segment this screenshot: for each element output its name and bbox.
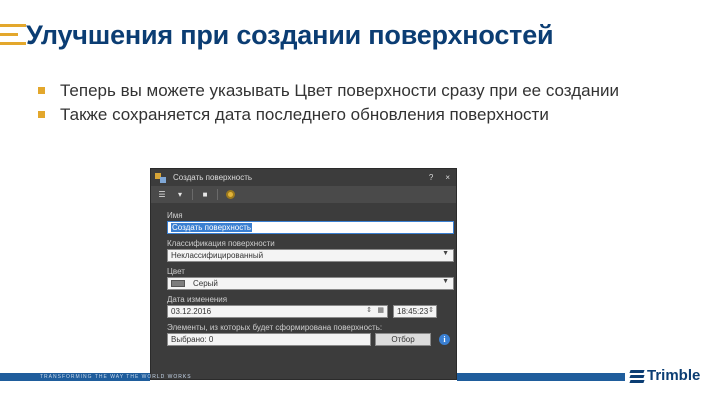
- trimble-logo-icon: [629, 369, 645, 383]
- date-value: 03.12.2016: [171, 307, 212, 316]
- classification-label: Классификация поверхности: [167, 239, 275, 248]
- bullet-text: Теперь вы можете указывать Цвет поверхно…: [60, 81, 619, 100]
- chevron-down-icon: ▼: [442, 250, 449, 257]
- menu-icon[interactable]: ☰: [155, 188, 169, 201]
- elements-label: Элементы, из которых будет сформирована …: [167, 323, 383, 332]
- spinner-icon[interactable]: ⇕: [366, 306, 372, 314]
- close-button[interactable]: ×: [445, 173, 450, 182]
- bullet-list: Теперь вы можете указывать Цвет поверхно…: [38, 80, 698, 128]
- time-input[interactable]: 18:45:23 ⇕: [393, 305, 437, 318]
- bullet-item: Также сохраняется дата последнего обновл…: [38, 104, 698, 125]
- spinner-icon[interactable]: ⇕: [428, 306, 434, 314]
- trimble-logo: Trimble: [629, 367, 701, 384]
- name-input-value: Создать поверхность: [171, 223, 253, 232]
- name-label: Имя: [167, 211, 183, 220]
- dropdown-arrow-icon[interactable]: ▾: [173, 188, 187, 201]
- surface-app-icon: [155, 172, 167, 183]
- color-label: Цвет: [167, 267, 185, 276]
- create-surface-dialog: Создать поверхность ? × ☰ ▾ ■ Имя Создат…: [150, 168, 457, 380]
- footer-tagline: TRANSFORMING THE WAY THE WORLD WORKS: [40, 374, 192, 380]
- bullet-text: Также сохраняется дата последнего обновл…: [60, 105, 549, 124]
- trimble-logo-text: Trimble: [647, 367, 701, 384]
- date-input[interactable]: 03.12.2016 ⇕ ▦: [167, 305, 388, 318]
- toolbar-divider: [192, 189, 193, 200]
- time-value: 18:45:23: [397, 307, 429, 316]
- bullet-square-icon: [38, 111, 45, 118]
- layer-icon[interactable]: ■: [198, 188, 212, 201]
- toolbar-divider: [217, 189, 218, 200]
- title-accent-mark: [0, 24, 28, 50]
- classification-select[interactable]: Неклассифицированный ▼: [167, 249, 454, 262]
- settings-gear-icon[interactable]: [223, 188, 237, 201]
- dialog-titlebar[interactable]: Создать поверхность ? ×: [151, 169, 456, 186]
- footer-bar-right: [457, 373, 625, 381]
- bullet-square-icon: [38, 87, 45, 94]
- help-button[interactable]: ?: [429, 173, 433, 182]
- chevron-down-icon: ▼: [442, 278, 449, 285]
- name-input[interactable]: Создать поверхность: [167, 221, 454, 234]
- color-swatch: [171, 280, 185, 287]
- dialog-toolbar: ☰ ▾ ■: [151, 186, 456, 203]
- calendar-icon[interactable]: ▦: [377, 306, 384, 314]
- select-elements-button[interactable]: Отбор: [375, 333, 431, 346]
- color-value: Серый: [193, 279, 218, 288]
- dialog-title: Создать поверхность: [173, 173, 253, 182]
- classification-value: Неклассифицированный: [171, 251, 264, 260]
- info-icon[interactable]: i: [439, 334, 450, 345]
- color-select[interactable]: Серый ▼: [167, 277, 454, 290]
- bullet-item: Теперь вы можете указывать Цвет поверхно…: [38, 80, 698, 101]
- selected-count: Выбрано: 0: [171, 335, 214, 344]
- slide-title: Улучшения при создании поверхностей: [26, 20, 554, 50]
- selected-elements-field[interactable]: Выбрано: 0: [167, 333, 371, 346]
- date-label: Дата изменения: [167, 295, 228, 304]
